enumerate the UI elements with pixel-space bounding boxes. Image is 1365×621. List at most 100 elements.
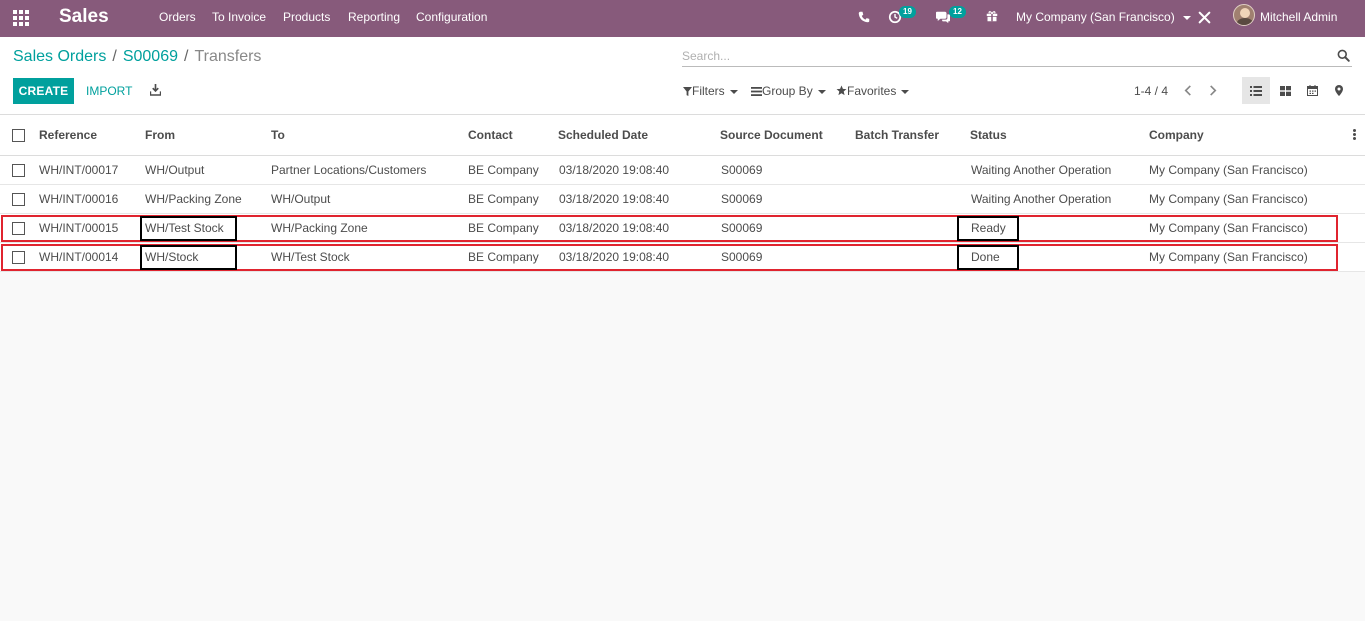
cell-to: WH/Output	[271, 184, 468, 214]
map-view-button[interactable]	[1325, 77, 1353, 104]
column-header-from[interactable]: From	[145, 115, 271, 156]
cell-highlight-box	[957, 215, 1019, 241]
optional-columns-icon[interactable]	[1353, 129, 1356, 141]
column-header-scheduled-date[interactable]: Scheduled Date	[558, 115, 720, 156]
calendar-icon	[1306, 85, 1318, 96]
cell-company: My Company (San Francisco)	[1149, 242, 1365, 272]
list-view-button[interactable]	[1242, 77, 1270, 104]
favorites-label: Favorites	[847, 84, 897, 98]
row-select-cell	[0, 155, 39, 185]
cell-from: WH/Packing Zone	[145, 184, 271, 214]
select-all-checkbox[interactable]	[12, 128, 25, 142]
cell-scheduled-date: 03/18/2020 19:08:40	[558, 213, 720, 243]
column-header-contact[interactable]: Contact	[468, 115, 558, 156]
menu-to-invoice[interactable]: To Invoice	[212, 10, 266, 24]
search-box	[682, 47, 1352, 67]
tools-icon[interactable]	[1198, 11, 1211, 24]
row-checkbox[interactable]	[12, 221, 25, 235]
chevron-down-icon	[1183, 15, 1192, 20]
breadcrumb-sales-orders[interactable]: Sales Orders	[13, 48, 106, 65]
cell-highlight-box	[140, 244, 237, 270]
cell-reference: WH/INT/00014	[39, 242, 145, 272]
group-by-dropdown[interactable]: Group By	[751, 84, 826, 98]
filters-label: Filters	[692, 84, 725, 98]
row-checkbox[interactable]	[12, 163, 25, 177]
cell-highlight-box	[140, 215, 237, 241]
cell-company: My Company (San Francisco)	[1149, 213, 1365, 243]
cell-source-document: S00069	[720, 213, 855, 243]
cell-company: My Company (San Francisco)	[1149, 184, 1365, 214]
cell-scheduled-date: 03/18/2020 19:08:40	[558, 242, 720, 272]
cell-highlight-box	[957, 244, 1019, 270]
chevron-down-icon	[729, 89, 738, 94]
cell-to: WH/Test Stock	[271, 242, 468, 272]
breadcrumb-order[interactable]: S00069	[123, 48, 178, 65]
cell-to: WH/Packing Zone	[271, 213, 468, 243]
cell-reference: WH/INT/00017	[39, 155, 145, 185]
cell-from: WH/Stock	[140, 242, 271, 272]
cell-reference: WH/INT/00015	[39, 213, 145, 243]
table-row[interactable]: WH/INT/00016 WH/Packing Zone WH/Output B…	[0, 184, 1365, 214]
cell-from: WH/Output	[145, 155, 271, 185]
cell-status: Done	[957, 242, 1149, 272]
filters-dropdown[interactable]: Filters	[683, 84, 738, 98]
column-header-status[interactable]: Status	[970, 115, 1149, 156]
cell-contact: BE Company	[468, 184, 558, 214]
transfers-table: Reference From To Contact Scheduled Date…	[0, 115, 1365, 272]
kanban-view-button[interactable]	[1271, 77, 1299, 104]
column-header-to[interactable]: To	[271, 115, 468, 156]
search-icon[interactable]	[1337, 49, 1350, 62]
menu-products[interactable]: Products	[283, 10, 330, 24]
column-header-reference[interactable]: Reference	[39, 115, 145, 156]
row-select-cell	[0, 213, 1338, 243]
kanban-view-icon	[1279, 85, 1291, 96]
table-row[interactable]: WH/INT/00015 WH/Test Stock WH/Packing Zo…	[0, 213, 1365, 243]
chevron-right-icon[interactable]	[1209, 85, 1217, 96]
cell-contact: BE Company	[468, 242, 558, 272]
row-checkbox[interactable]	[12, 192, 25, 206]
cell-status: Waiting Another Operation	[970, 155, 1149, 185]
cell-batch-transfer	[855, 213, 970, 243]
import-button[interactable]: IMPORT	[86, 84, 132, 98]
table-row[interactable]: WH/INT/00014 WH/Stock WH/Test Stock BE C…	[0, 242, 1365, 272]
user-name[interactable]: Mitchell Admin	[1260, 10, 1337, 24]
cell-contact: BE Company	[468, 155, 558, 185]
cell-source-document: S00069	[720, 155, 855, 185]
create-button[interactable]: CREATE	[13, 78, 74, 104]
cell-batch-transfer	[855, 242, 970, 272]
chevron-left-icon[interactable]	[1184, 85, 1192, 96]
cell-contact: BE Company	[468, 213, 558, 243]
favorites-dropdown[interactable]: Favorites	[836, 84, 910, 98]
company-switcher[interactable]: My Company (San Francisco)	[1016, 10, 1192, 24]
column-header-batch-transfer[interactable]: Batch Transfer	[855, 115, 970, 156]
menu-reporting[interactable]: Reporting	[348, 10, 400, 24]
cell-company: My Company (San Francisco)	[1149, 155, 1365, 185]
row-select-cell	[0, 184, 39, 214]
avatar[interactable]	[1233, 4, 1255, 26]
cell-status: Ready	[957, 213, 1149, 243]
column-header-company-label: Company	[1149, 127, 1204, 142]
activity-count-badge: 19	[899, 6, 916, 18]
pager-value[interactable]: 1-4 / 4	[1134, 84, 1168, 98]
menu-configuration[interactable]: Configuration	[416, 10, 487, 24]
cell-status: Waiting Another Operation	[970, 184, 1149, 214]
calendar-view-button[interactable]	[1298, 77, 1326, 104]
column-header-source-document[interactable]: Source Document	[720, 115, 855, 156]
row-checkbox[interactable]	[12, 250, 25, 264]
menu-orders[interactable]: Orders	[159, 10, 196, 24]
cell-from: WH/Test Stock	[140, 213, 271, 243]
column-header-company[interactable]: Company	[1149, 115, 1365, 156]
group-by-label: Group By	[762, 84, 813, 98]
cell-reference: WH/INT/00016	[39, 184, 145, 214]
cell-batch-transfer	[855, 155, 970, 185]
cell-source-document: S00069	[720, 242, 855, 272]
phone-icon[interactable]	[858, 11, 870, 23]
app-title[interactable]: Sales	[59, 6, 109, 28]
breadcrumb: Sales Orders / S00069/Transfers	[13, 48, 262, 65]
apps-icon[interactable]	[13, 10, 29, 26]
search-input[interactable]	[682, 47, 1322, 65]
table-row[interactable]: WH/INT/00017 WH/Output Partner Locations…	[0, 155, 1365, 185]
download-icon[interactable]	[150, 84, 161, 96]
gift-icon[interactable]	[986, 10, 998, 22]
select-all-cell	[0, 115, 39, 156]
